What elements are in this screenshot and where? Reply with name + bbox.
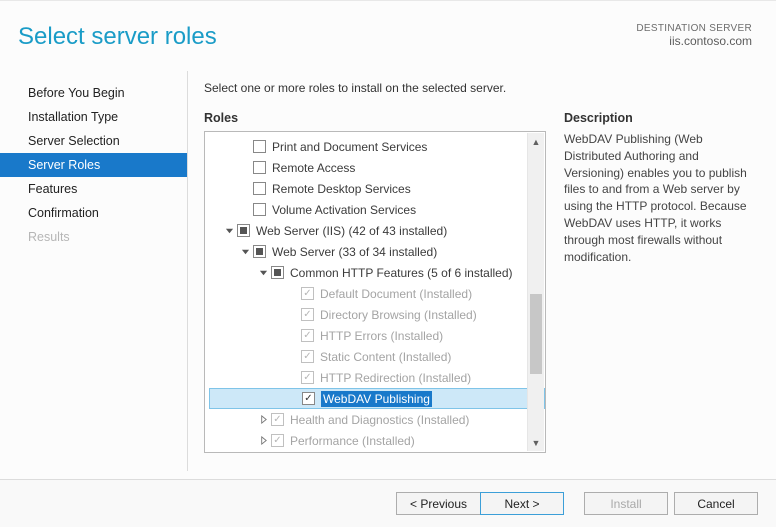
- tree-label[interactable]: HTTP Errors (Installed): [320, 329, 443, 343]
- main-panel: Select one or more roles to install on t…: [188, 71, 776, 471]
- cancel-button[interactable]: Cancel: [674, 492, 758, 515]
- expander-closed-icon[interactable]: [257, 435, 269, 447]
- destination-label: DESTINATION SERVER: [636, 23, 752, 34]
- tree-row[interactable]: Health and Diagnostics (Installed): [209, 409, 545, 430]
- tree-row[interactable]: Common HTTP Features (5 of 6 installed): [209, 262, 545, 283]
- expander-open-icon[interactable]: [223, 225, 235, 237]
- checkbox: [271, 413, 284, 426]
- tree-row[interactable]: HTTP Redirection (Installed): [209, 367, 545, 388]
- tree-row[interactable]: HTTP Errors (Installed): [209, 325, 545, 346]
- destination-server-block: DESTINATION SERVER iis.contoso.com: [636, 23, 752, 48]
- tree-label[interactable]: Static Content (Installed): [320, 350, 451, 364]
- wizard-footer: < Previous Next > Install Cancel: [0, 479, 776, 527]
- tree-label[interactable]: Directory Browsing (Installed): [320, 308, 477, 322]
- nav-item-features[interactable]: Features: [0, 177, 187, 201]
- tree-label[interactable]: Volume Activation Services: [272, 203, 416, 217]
- checkbox: [301, 308, 314, 321]
- tree-row[interactable]: Security (Installed): [209, 451, 545, 452]
- tree-label[interactable]: Remote Access: [272, 161, 355, 175]
- checkbox[interactable]: [253, 245, 266, 258]
- tree-row[interactable]: Static Content (Installed): [209, 346, 545, 367]
- scrollbar-vertical[interactable]: ▲ ▼: [527, 133, 544, 451]
- nav-item-confirmation[interactable]: Confirmation: [0, 201, 187, 225]
- destination-value: iis.contoso.com: [636, 34, 752, 48]
- expander-none: [239, 162, 251, 174]
- tree-row[interactable]: Print and Document Services: [209, 136, 545, 157]
- tree-label[interactable]: Health and Diagnostics (Installed): [290, 413, 469, 427]
- checkbox: [301, 350, 314, 363]
- expander-open-icon[interactable]: [239, 246, 251, 258]
- instruction-text: Select one or more roles to install on t…: [204, 81, 762, 95]
- nav-item-server-roles[interactable]: Server Roles: [0, 153, 187, 177]
- next-button[interactable]: Next >: [480, 492, 564, 515]
- tree-label[interactable]: Remote Desktop Services: [272, 182, 411, 196]
- checkbox[interactable]: [271, 266, 284, 279]
- checkbox[interactable]: [253, 203, 266, 216]
- nav-item-before-you-begin[interactable]: Before You Begin: [0, 81, 187, 105]
- tree-label[interactable]: Print and Document Services: [272, 140, 427, 154]
- expander-none: [287, 330, 299, 342]
- roles-column: Roles Print and Document Services Remote …: [204, 111, 546, 471]
- tree-row[interactable]: Remote Access: [209, 157, 545, 178]
- expander-none: [287, 372, 299, 384]
- expander-none: [287, 309, 299, 321]
- checkbox[interactable]: [302, 392, 315, 405]
- scroll-down-icon[interactable]: ▼: [528, 434, 544, 451]
- checkbox[interactable]: [237, 224, 250, 237]
- description-column: Description WebDAV Publishing (Web Distr…: [564, 111, 762, 471]
- expander-none: [239, 183, 251, 195]
- nav-item-installation-type[interactable]: Installation Type: [0, 105, 187, 129]
- expander-open-icon[interactable]: [257, 267, 269, 279]
- wizard-header: Select server roles DESTINATION SERVER i…: [0, 1, 776, 71]
- wizard-nav: Before You BeginInstallation TypeServer …: [0, 71, 188, 471]
- tree-row[interactable]: Performance (Installed): [209, 430, 545, 451]
- tree-row[interactable]: Web Server (IIS) (42 of 43 installed): [209, 220, 545, 241]
- nav-item-results: Results: [0, 225, 187, 249]
- roles-heading: Roles: [204, 111, 546, 125]
- checkbox[interactable]: [253, 182, 266, 195]
- description-text: WebDAV Publishing (Web Distributed Autho…: [564, 131, 762, 265]
- expander-none: [239, 204, 251, 216]
- description-heading: Description: [564, 111, 762, 125]
- expander-none: [239, 141, 251, 153]
- tree-row[interactable]: Web Server (33 of 34 installed): [209, 241, 545, 262]
- tree-row[interactable]: WebDAV Publishing: [209, 388, 545, 409]
- wizard-body: Before You BeginInstallation TypeServer …: [0, 71, 776, 471]
- tree-label[interactable]: Web Server (33 of 34 installed): [272, 245, 437, 259]
- scroll-track[interactable]: [528, 150, 544, 434]
- checkbox: [301, 329, 314, 342]
- checkbox: [271, 434, 284, 447]
- tree-label[interactable]: WebDAV Publishing: [321, 392, 432, 406]
- checkbox: [301, 287, 314, 300]
- tree-row[interactable]: Default Document (Installed): [209, 283, 545, 304]
- tree-label[interactable]: HTTP Redirection (Installed): [320, 371, 471, 385]
- tree-label[interactable]: Performance (Installed): [290, 434, 415, 448]
- scroll-up-icon[interactable]: ▲: [528, 133, 544, 150]
- tree-label[interactable]: Common HTTP Features (5 of 6 installed): [290, 266, 513, 280]
- tree-label[interactable]: Web Server (IIS) (42 of 43 installed): [256, 224, 447, 238]
- tree-label[interactable]: Default Document (Installed): [320, 287, 472, 301]
- expander-closed-icon[interactable]: [257, 414, 269, 426]
- expander-none: [288, 393, 300, 405]
- expander-none: [287, 288, 299, 300]
- roles-tree-container: Print and Document Services Remote Access…: [204, 131, 546, 453]
- checkbox[interactable]: [253, 140, 266, 153]
- install-button[interactable]: Install: [584, 492, 668, 515]
- tree-row[interactable]: Remote Desktop Services: [209, 178, 545, 199]
- columns: Roles Print and Document Services Remote …: [204, 111, 762, 471]
- previous-button[interactable]: < Previous: [396, 492, 480, 515]
- tree-row[interactable]: Volume Activation Services: [209, 199, 545, 220]
- wizard-window: Select server roles DESTINATION SERVER i…: [0, 0, 776, 527]
- nav-item-server-selection[interactable]: Server Selection: [0, 129, 187, 153]
- nav-button-group: < Previous Next >: [396, 492, 564, 515]
- expander-none: [287, 351, 299, 363]
- tree-row[interactable]: Directory Browsing (Installed): [209, 304, 545, 325]
- checkbox: [301, 371, 314, 384]
- checkbox[interactable]: [253, 161, 266, 174]
- roles-tree[interactable]: Print and Document Services Remote Access…: [205, 132, 545, 452]
- scroll-thumb[interactable]: [530, 294, 542, 374]
